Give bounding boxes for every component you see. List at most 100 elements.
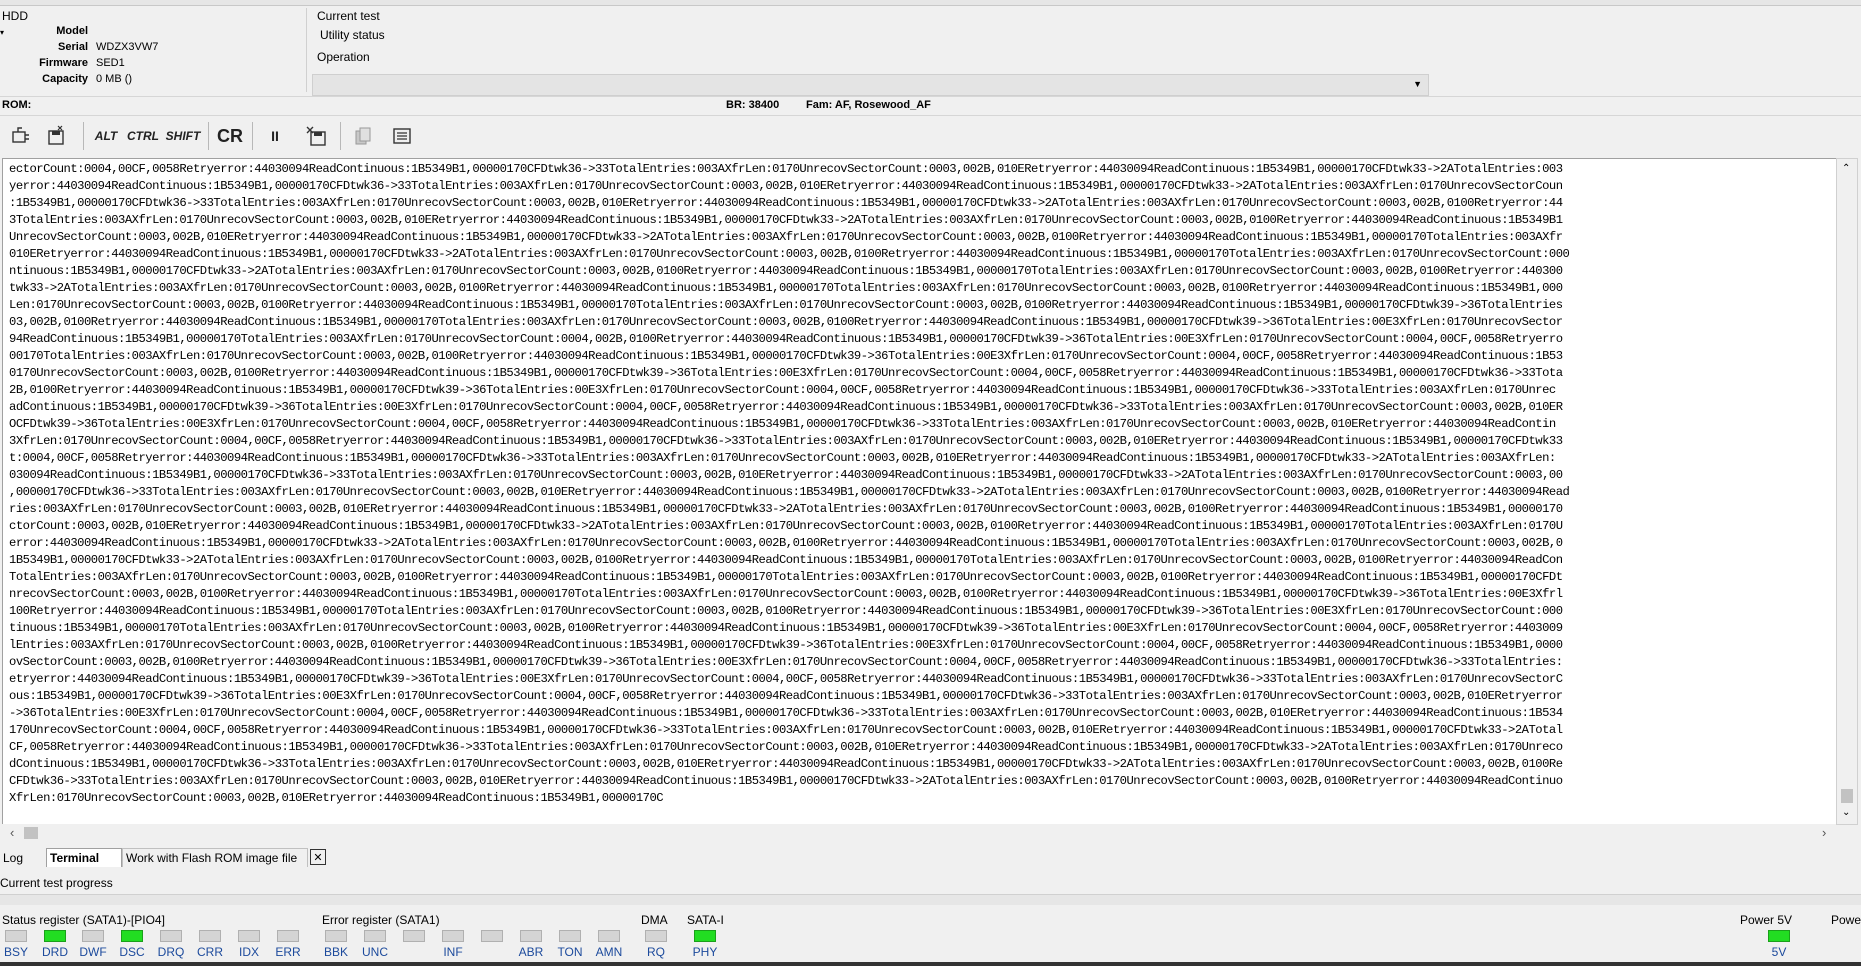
rom-label: ROM: bbox=[2, 99, 32, 111]
terminal-line: 0170UnrecovSectorCount:0003,002B,0100Ret… bbox=[9, 366, 1563, 380]
terminal-vertical-scrollbar[interactable]: ⌃ ⌄ bbox=[1836, 158, 1858, 825]
status-register-title: Status register (SATA1)-[PIO4] bbox=[2, 913, 165, 927]
status-bsy-label: BSY bbox=[3, 945, 28, 959]
capacity-value: 0 MB () bbox=[96, 73, 133, 85]
terminal-line: tinuous:1B5349B1,00000170TotalEntries:00… bbox=[9, 621, 1563, 635]
clear-button[interactable] bbox=[389, 122, 415, 150]
current-test-progress-bar bbox=[0, 894, 1861, 905]
copy-icon bbox=[355, 127, 371, 145]
sata-title: SATA-I bbox=[687, 913, 724, 927]
alt-button[interactable]: ALT bbox=[92, 122, 120, 150]
terminal-line: dContinuous:1B5349B1,00000170CFDtwk36->3… bbox=[9, 757, 1563, 771]
tab-flash-rom[interactable]: Work with Flash ROM image file bbox=[122, 848, 308, 867]
shift-button[interactable]: SHIFT bbox=[164, 122, 202, 150]
terminal-text: ectorCount:0004,00CF,0058Retryerror:4403… bbox=[9, 161, 1833, 807]
scroll-up-icon[interactable]: ⌃ bbox=[1842, 163, 1850, 174]
status-panel: Current test Utility status Operation ▼ bbox=[310, 8, 1861, 96]
terminal-line: 100Retryerror:44030094ReadContinuous:1B5… bbox=[9, 604, 1563, 618]
status-dwf-led bbox=[82, 930, 104, 942]
error-inf-led bbox=[442, 930, 464, 942]
clear-screen-icon bbox=[393, 128, 411, 144]
scroll-left-icon[interactable]: ‹ bbox=[10, 825, 14, 840]
terminal-line: Len:0170UnrecovSectorCount:0003,002B,010… bbox=[9, 298, 1563, 312]
terminal-line: XfrLen:0170UnrecovSectorCount:0003,002B,… bbox=[9, 791, 664, 805]
bottom-tabs: Log Terminal Work with Flash ROM image f… bbox=[0, 846, 1861, 868]
terminal-line: ectorCount:0004,00CF,0058Retryerror:4403… bbox=[9, 162, 1563, 176]
status-idx-label: IDX bbox=[238, 945, 259, 959]
serial-label: Serial bbox=[58, 41, 88, 53]
status-dsc-label: DSC bbox=[119, 945, 145, 959]
error-unc-label: UNC bbox=[362, 945, 388, 959]
terminal-line: 170UnrecovSectorCount:0004,00CF,0058Retr… bbox=[9, 723, 1563, 737]
terminal-line: 1B5349B1,00000170CFDtwk33->2ATotalEntrie… bbox=[9, 553, 1563, 567]
hdd-title: HDD bbox=[2, 9, 28, 23]
disk-save-icon bbox=[48, 125, 64, 145]
capacity-label: Capacity bbox=[42, 73, 88, 85]
terminal-line: yerror:44030094ReadContinuous:1B5349B1,0… bbox=[9, 179, 1563, 193]
error-amn-led bbox=[598, 930, 620, 942]
power12-title: Powe bbox=[1831, 913, 1861, 927]
operation-dropdown[interactable]: ▼ bbox=[312, 74, 1429, 96]
cr-button[interactable]: CR bbox=[215, 122, 245, 150]
terminal-line: etryerror:44030094ReadContinuous:1B5349B… bbox=[9, 672, 1563, 686]
terminal-line: nrecovSectorCount:0003,002B,0100Retryerr… bbox=[9, 587, 1563, 601]
hscrollbar-thumb[interactable] bbox=[24, 827, 38, 839]
power5-title: Power 5V bbox=[1740, 913, 1793, 927]
operation-label: Operation bbox=[317, 50, 370, 64]
serial-value: WDZX3VW7 bbox=[96, 41, 159, 53]
terminal-output[interactable]: ectorCount:0004,00CF,0058Retryerror:4403… bbox=[2, 158, 1837, 825]
error-bit4-led bbox=[481, 930, 503, 942]
top-strip bbox=[0, 0, 1861, 6]
terminal-line: lEntries:003AXfrLen:0170UnrecovSectorCou… bbox=[9, 638, 1563, 652]
terminal-line: 00170TotalEntries:003AXfrLen:0170Unrecov… bbox=[9, 349, 1563, 363]
ctrl-button[interactable]: CTRL bbox=[126, 122, 160, 150]
status-err-led bbox=[277, 930, 299, 942]
terminal-line: :1B5349B1,00000170CFDtwk36->33TotalEntri… bbox=[9, 196, 1563, 210]
toolbar-separator bbox=[208, 122, 209, 150]
terminal-line: ,00000170CFDtwk36->33TotalEntries:003AXf… bbox=[9, 485, 1570, 499]
terminal-line: error:44030094ReadContinuous:1B5349B1,00… bbox=[9, 536, 1563, 550]
terminal-line: CF,0058Retryerror:44030094ReadContinuous… bbox=[9, 740, 1563, 754]
error-abr-label: ABR bbox=[518, 945, 544, 959]
toolbar-separator bbox=[83, 122, 84, 150]
family-label: Fam: AF, Rosewood_AF bbox=[806, 99, 931, 111]
stop-save-button[interactable] bbox=[303, 122, 331, 150]
current-test-label: Current test bbox=[317, 9, 380, 23]
current-test-progress-label: Current test progress bbox=[0, 876, 113, 890]
error-unc-led bbox=[364, 930, 386, 942]
save-log-button[interactable] bbox=[44, 122, 70, 150]
terminal-line: 3TotalEntries:003AXfrLen:0170UnrecovSect… bbox=[9, 213, 1563, 227]
terminal-line: ctorCount:0003,002B,010ERetryerror:44030… bbox=[9, 519, 1563, 533]
terminal-horizontal-scrollbar[interactable]: ‹ › bbox=[2, 824, 1836, 842]
error-amn-label: AMN bbox=[595, 945, 623, 959]
status-drd-led bbox=[44, 930, 66, 942]
tab-terminal[interactable]: Terminal bbox=[46, 848, 122, 867]
error-ton-label: TON bbox=[557, 945, 583, 959]
terminal-line: 030094ReadContinuous:1B5349B1,00000170CF… bbox=[9, 468, 1563, 482]
error-bit2-led bbox=[403, 930, 425, 942]
tab-log[interactable]: Log bbox=[0, 848, 46, 867]
chevron-down-icon: ▼ bbox=[1413, 79, 1422, 89]
connect-icon-button[interactable] bbox=[8, 122, 34, 150]
dma-rq-label: RQ bbox=[647, 945, 665, 959]
terminal-line: 2B,0100Retryerror:44030094ReadContinuous… bbox=[9, 383, 1556, 397]
scrollbar-thumb[interactable] bbox=[1841, 789, 1853, 803]
disk-stop-icon bbox=[306, 126, 326, 146]
power-5v-label: 5V bbox=[1771, 945, 1787, 959]
status-bsy-led bbox=[5, 930, 27, 942]
scroll-down-icon[interactable]: ⌄ bbox=[1842, 807, 1850, 818]
error-register-title: Error register (SATA1) bbox=[322, 913, 440, 927]
terminal-line: CFDtwk36->33TotalEntries:003AXfrLen:0170… bbox=[9, 774, 1563, 788]
terminal-line: adContinuous:1B5349B1,00000170CFDtwk39->… bbox=[9, 400, 1563, 414]
plug-icon bbox=[12, 127, 29, 143]
terminal-line: ->36TotalEntries:00E3XfrLen:0170UnrecovS… bbox=[9, 706, 1563, 720]
terminal-toolbar: ALT CTRL SHIFT CR II bbox=[0, 116, 1861, 156]
scroll-right-icon[interactable]: › bbox=[1822, 825, 1826, 840]
pause-button[interactable]: II bbox=[262, 122, 288, 150]
sata-phy-label: PHY bbox=[692, 945, 718, 959]
sata-phy-led bbox=[694, 930, 716, 942]
close-tab-icon[interactable]: ✕ bbox=[310, 849, 326, 865]
power-5v-led bbox=[1768, 930, 1790, 942]
terminal-line: twk33->2ATotalEntries:003AXfrLen:0170Unr… bbox=[9, 281, 1563, 295]
copy-button[interactable] bbox=[350, 122, 376, 150]
